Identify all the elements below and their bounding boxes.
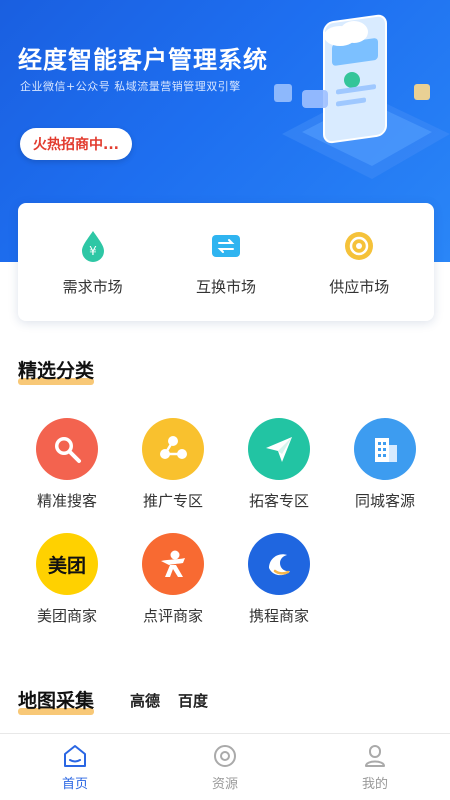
ctrip-logo-icon — [248, 533, 310, 595]
category-label: 携程商家 — [248, 607, 309, 625]
map-tabs: 高德 百度 — [130, 690, 208, 711]
category-ctrip[interactable]: 携程商家 — [226, 533, 332, 626]
nav-label: 资源 — [211, 776, 238, 792]
recruit-button[interactable]: 火热招商中... — [20, 128, 132, 160]
category-customer-expansion[interactable]: 拓客专区 — [226, 418, 332, 511]
category-label: 精准搜客 — [36, 492, 97, 510]
nav-item-home[interactable]: 首页 — [0, 734, 150, 800]
section-title-text: 精选分类 — [18, 360, 95, 382]
category-dianping[interactable]: 点评商家 — [120, 533, 226, 626]
nav-item-mine[interactable]: 我的 — [300, 734, 450, 800]
svg-text:¥: ¥ — [89, 244, 97, 258]
building-icon — [354, 418, 416, 480]
market-label: 互换市场 — [195, 277, 256, 296]
market-item-exchange[interactable]: 互换市场 — [166, 228, 286, 297]
nav-label: 首页 — [61, 776, 88, 792]
coin-icon — [345, 231, 374, 260]
market-label: 需求市场 — [62, 277, 123, 296]
nav-item-resources[interactable]: 资源 — [150, 734, 300, 800]
category-meituan[interactable]: 美团 美团商家 — [14, 533, 120, 626]
category-grid: 精准搜客 推广专区 拓客专区 同城客源 美团 美团商家 点评商家 携程商家 — [14, 418, 438, 648]
dianping-logo-icon — [142, 533, 204, 595]
map-section-title: 地图采集 — [18, 686, 95, 715]
resource-icon — [214, 744, 236, 767]
home-icon — [64, 744, 86, 767]
search-icon — [36, 418, 98, 480]
category-promotion[interactable]: 推广专区 — [120, 418, 226, 511]
market-card: ¥ 需求市场 互换市场 供应市场 — [18, 203, 434, 321]
nav-label: 我的 — [361, 776, 388, 792]
bottom-nav: 首页 资源 我的 — [0, 733, 450, 800]
phone-illustration-icon — [274, 14, 450, 179]
meituan-logo-text: 美团 — [47, 554, 86, 577]
banner-title: 经度智能客户管理系统 — [18, 46, 268, 74]
category-label: 美团商家 — [36, 607, 97, 625]
categories-section-title: 精选分类 — [18, 356, 95, 385]
banner-subtitle: 企业微信+公众号 私域流量营销管理双引擎 — [20, 80, 241, 93]
money-drop-icon: ¥ — [81, 230, 104, 262]
category-label: 点评商家 — [142, 607, 203, 625]
market-label: 供应市场 — [329, 277, 390, 296]
category-label: 推广专区 — [142, 492, 203, 510]
exchange-icon — [211, 234, 240, 257]
market-item-supply[interactable]: 供应市场 — [299, 228, 419, 297]
meituan-logo-icon: 美团 — [36, 533, 98, 595]
category-precise-search[interactable]: 精准搜客 — [14, 418, 120, 511]
section-title-text: 地图采集 — [18, 690, 95, 712]
map-tab-baidu[interactable]: 百度 — [178, 690, 208, 711]
category-local-customers[interactable]: 同城客源 — [332, 418, 438, 511]
market-item-demand[interactable]: ¥ 需求市场 — [33, 228, 153, 297]
user-icon — [365, 744, 385, 767]
map-tab-amap[interactable]: 高德 — [130, 690, 160, 711]
category-label: 同城客源 — [354, 492, 415, 510]
send-icon — [248, 418, 310, 480]
share-icon — [142, 418, 204, 480]
category-label: 拓客专区 — [248, 492, 309, 510]
